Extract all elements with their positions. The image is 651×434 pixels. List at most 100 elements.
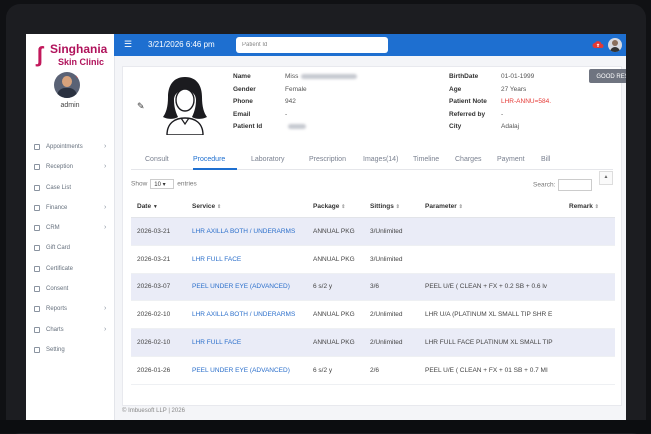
procedure-table: Date ▼ Service ⇕ Package ⇕ Sittings ⇕ Pa… (131, 195, 615, 385)
show-entries: Show 10 ▾ entries (131, 179, 197, 189)
sidebar-item-reports[interactable]: Reports › (26, 300, 114, 320)
patient-note-value: LHR-ANNU=584. (501, 98, 552, 105)
column-header-package[interactable]: Package ⇕ (307, 195, 364, 218)
referred-by-row: Referred by - (449, 110, 504, 118)
patient-email-row: Email - (233, 110, 288, 118)
chevron-right-icon: › (104, 305, 107, 313)
scroll-up-arrow-icon[interactable]: ▲ (599, 171, 613, 185)
tab-timeline[interactable]: Timeline (413, 156, 439, 163)
age-row: Age 27 Years (449, 85, 527, 93)
birthdate-row: BirthDate 01-01-1999 (449, 73, 535, 80)
column-header-service[interactable]: Service ⇕ (186, 195, 307, 218)
certificate-icon (34, 265, 40, 272)
sidebar-item-gift-card[interactable]: Gift Card (26, 239, 114, 259)
patient-name-row: Name Miss (233, 71, 358, 84)
tab-images[interactable]: Images(14) (363, 156, 398, 163)
patient-gender-row: Gender Female (233, 85, 307, 93)
laptop-bottom-edge (0, 420, 651, 433)
edit-pen-icon[interactable]: ✎ (137, 101, 145, 112)
redacted-text (288, 123, 306, 129)
sort-icon: ⇕ (341, 203, 346, 210)
tab-prescription[interactable]: Prescription (309, 156, 346, 163)
crm-icon (34, 225, 40, 232)
settings-icon (34, 346, 40, 353)
chevron-right-icon: › (104, 224, 107, 232)
sort-icon: ⇕ (216, 203, 222, 210)
service-link[interactable]: LHR AXILLA BOTH / UNDERARMS (186, 217, 307, 246)
chevron-right-icon: › (104, 203, 107, 211)
service-link[interactable]: LHR FULL FACE (186, 245, 307, 274)
table-row[interactable]: 2026-03-21 LHR AXILLA BOTH / UNDERARMS ANN… (131, 217, 615, 246)
sidebar-item-consent[interactable]: Consent (26, 280, 114, 300)
gift-card-icon (34, 245, 40, 252)
patient-info-right: BirthDate 01-01-1999 Age 27 Years Patient … (449, 71, 551, 134)
hamburger-menu-icon[interactable]: ☰ (124, 39, 132, 50)
chevron-right-icon: › (104, 143, 107, 150)
good-result-button[interactable]: GOOD RESULT (589, 69, 626, 83)
chevron-down-icon: ▾ (162, 182, 166, 188)
charts-icon (34, 326, 40, 333)
service-link[interactable]: LHR AXILLA BOTH / UNDERARMS (186, 300, 307, 330)
sidebar-item-appointments[interactable]: Appointments › (26, 138, 114, 158)
cloud-upload-icon[interactable] (592, 39, 604, 50)
app-screen: ʃ Singhania Skin Clinic admin Appointmen… (26, 34, 626, 420)
logo-subtitle: Skin Clinic (58, 57, 105, 67)
table-row[interactable]: 2026-03-21 LHR FULL FACE ANNUAL PKG 3/Unlim… (131, 245, 615, 274)
plus-icon (34, 164, 40, 171)
tab-payment[interactable]: Payment (497, 156, 525, 163)
tab-consult[interactable]: Consult (145, 156, 169, 163)
sidebar-item-crm[interactable]: CRM › (26, 219, 114, 239)
sort-desc-icon: ▼ (152, 203, 158, 210)
patient-id-search-input[interactable] (236, 37, 388, 53)
patient-card: ✎ Name Miss Gender Female Phone 942 Email - … (122, 66, 626, 406)
chevron-right-icon: › (104, 325, 107, 333)
table-header-row: Date ▼ Service ⇕ Package ⇕ Sittings ⇕ Pa… (131, 195, 615, 218)
table-search-input[interactable] (558, 179, 593, 191)
service-link[interactable]: PEEL UNDER EYE (ADVANCED) (186, 356, 307, 385)
service-link[interactable]: PEEL UNDER EYE (ADVANCED) (186, 273, 307, 302)
sidebar-item-setting[interactable]: Setting (26, 341, 114, 361)
patient-photo-placeholder (163, 77, 207, 135)
sidebar-nav: Appointments › Reception › Case List Finan… (26, 138, 114, 361)
sort-icon: ⇕ (594, 203, 599, 210)
table-row[interactable]: 2026-01-26 PEEL UNDER EYE (ADVANCED) 6 s/2… (131, 356, 615, 385)
current-datetime: 3/21/2026 6:46 pm (148, 40, 215, 49)
tab-laboratory[interactable]: Laboratory (251, 156, 284, 163)
sidebar: ʃ Singhania Skin Clinic admin Appointmen… (26, 34, 115, 420)
table-row[interactable]: 2026-03-07 PEEL UNDER EYE (ADVANCED) 6 s/2… (131, 273, 615, 302)
table-row[interactable]: 2026-02-10 LHR FULL FACE ANNUAL PKG 2/Unlim… (131, 328, 615, 357)
admin-avatar[interactable] (54, 72, 80, 98)
sidebar-item-reception[interactable]: Reception › (26, 158, 114, 178)
city-row: City Adalaj (449, 123, 520, 130)
chevron-right-icon: › (104, 163, 107, 171)
column-header-parameter[interactable]: Parameter ⇕ (419, 195, 563, 218)
logo-name: Singhania (50, 42, 108, 56)
sort-icon: ⇕ (395, 203, 400, 210)
sidebar-item-finance[interactable]: Finance › (26, 199, 114, 219)
reports-icon (34, 306, 40, 313)
patient-id-row: Patient Id (233, 121, 357, 134)
patient-phone-row: Phone 942 (233, 98, 296, 105)
tab-procedure[interactable]: Procedure (193, 156, 225, 163)
table-row[interactable]: 2026-02-10 LHR AXILLA BOTH / UNDERARMS ANN… (131, 300, 615, 330)
column-header-date[interactable]: Date ▼ (131, 195, 186, 218)
sidebar-item-certificate[interactable]: Certificate (26, 260, 114, 280)
patient-name-value: Miss (285, 73, 299, 80)
user-avatar[interactable] (608, 38, 622, 52)
clinic-logo[interactable]: ʃ Singhania Skin Clinic (32, 40, 112, 72)
users-icon (34, 184, 40, 191)
tab-bill[interactable]: Bill (541, 156, 550, 163)
sidebar-item-charts[interactable]: Charts › (26, 321, 114, 341)
table-search: Search: (533, 179, 593, 191)
tab-charges[interactable]: Charges (455, 156, 481, 163)
online-status-dot (76, 73, 80, 78)
logo-mark-icon: ʃ (36, 42, 44, 67)
entries-select[interactable]: 10 ▾ (150, 179, 175, 189)
column-header-remark[interactable]: Remark ⇕ (563, 195, 615, 218)
sidebar-item-case-list[interactable]: Case List (26, 179, 114, 199)
patient-info-left: Name Miss Gender Female Phone 942 Email - Pa… (233, 71, 358, 134)
patient-note-row: Patient Note LHR-ANNU=584. (449, 96, 551, 109)
service-link[interactable]: LHR FULL FACE (186, 328, 307, 357)
consent-icon (34, 286, 40, 293)
column-header-sittings[interactable]: Sittings ⇕ (364, 195, 419, 218)
